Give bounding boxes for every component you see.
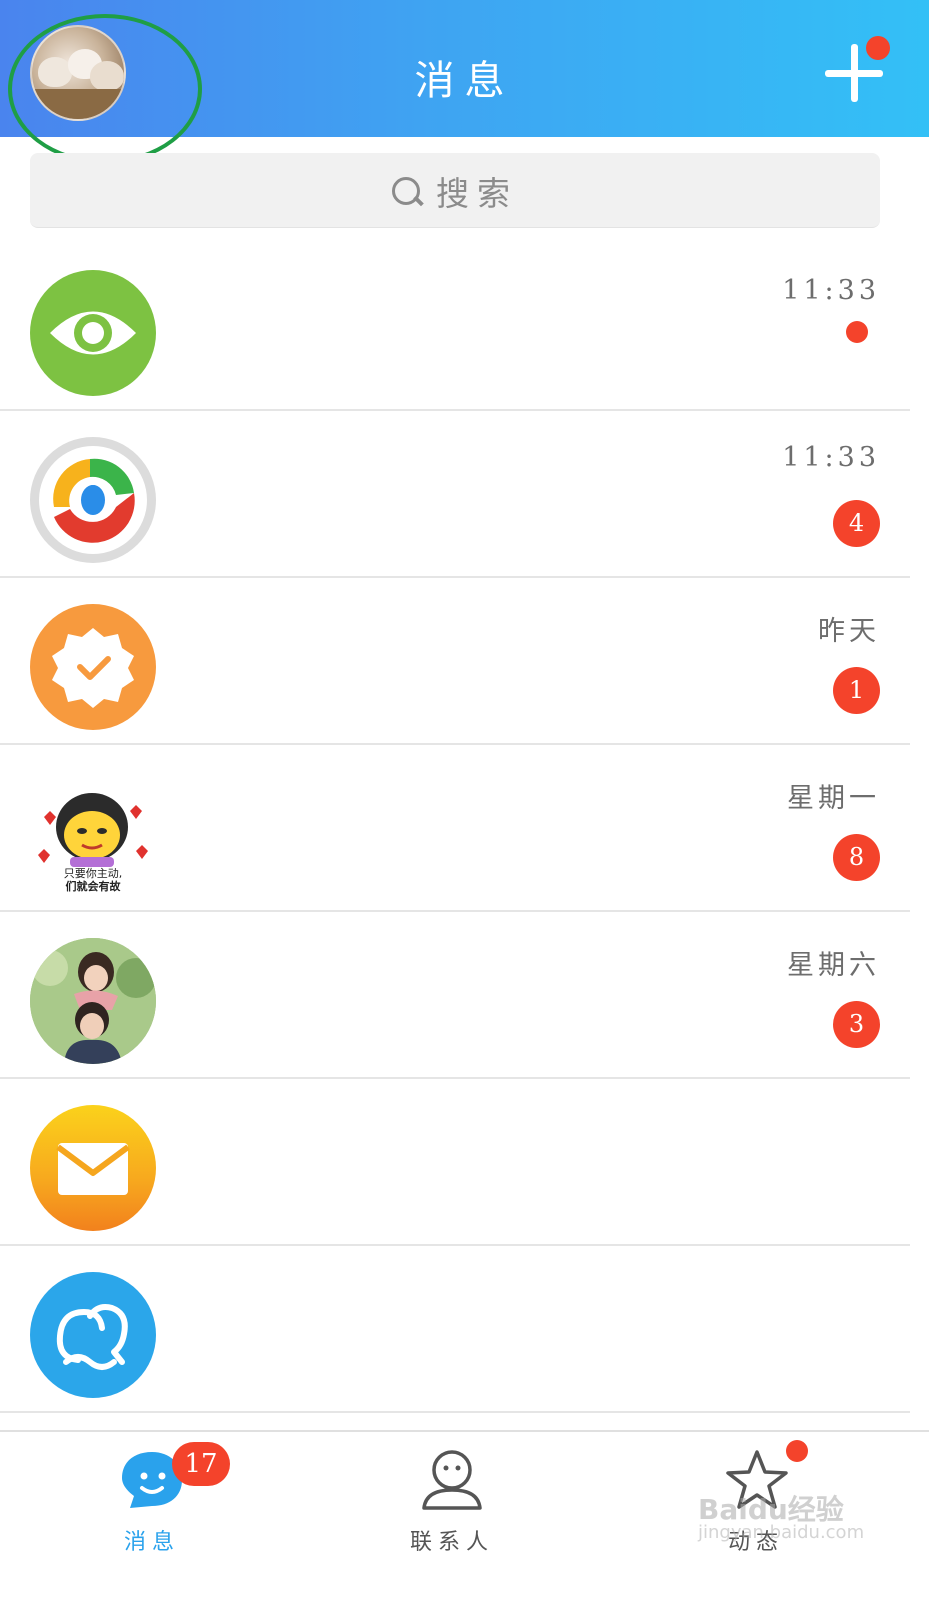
contacts-icon bbox=[30, 1272, 156, 1398]
tab-label: 消息 bbox=[123, 1530, 180, 1555]
conversation-row[interactable] bbox=[0, 1080, 910, 1246]
conversation-row[interactable]: 昨天 1 bbox=[0, 579, 910, 745]
unread-count-badge: 8 bbox=[833, 834, 880, 881]
couple-photo-avatar bbox=[30, 938, 156, 1064]
feed-notification-dot bbox=[786, 1440, 808, 1462]
row-divider bbox=[0, 743, 910, 745]
conversation-row[interactable]: 11:33 bbox=[0, 245, 910, 411]
sticker-caption-line: 们就会有故 bbox=[65, 880, 121, 893]
tab-label: 联系人 bbox=[409, 1530, 494, 1555]
conversation-time: 星期一 bbox=[787, 783, 880, 814]
conversation-row[interactable]: 11:33 4 bbox=[0, 412, 910, 578]
search-icon bbox=[392, 176, 424, 206]
conversation-time: 11:33 bbox=[782, 275, 880, 306]
sticker-caption-line: 只要你主动, bbox=[63, 867, 123, 880]
row-divider bbox=[0, 1077, 910, 1079]
unread-count-badge: 1 bbox=[833, 667, 880, 714]
row-divider bbox=[0, 576, 910, 578]
conversation-row[interactable]: 星期六 3 bbox=[0, 913, 910, 1079]
row-divider bbox=[0, 409, 910, 411]
conversation-row[interactable]: 只要你主动, 们就会有故 星期一 8 bbox=[0, 746, 910, 912]
person-icon bbox=[418, 1448, 486, 1512]
row-divider bbox=[0, 910, 910, 912]
conversation-row[interactable] bbox=[0, 1247, 910, 1413]
unread-count-badge: 3 bbox=[833, 1001, 880, 1048]
search-placeholder: 搜索 bbox=[436, 173, 518, 213]
profile-highlight-annotation bbox=[8, 14, 202, 164]
conversation-time: 昨天 bbox=[818, 616, 880, 647]
unread-count-badge: 4 bbox=[833, 500, 880, 547]
add-notification-dot bbox=[866, 36, 890, 60]
verified-badge-icon bbox=[30, 604, 156, 730]
eye-icon bbox=[30, 270, 156, 396]
row-divider bbox=[0, 1411, 910, 1413]
mail-icon bbox=[30, 1105, 156, 1231]
tab-messages[interactable]: 17 消息 bbox=[52, 1432, 252, 1602]
unread-dot bbox=[846, 321, 868, 343]
watermark-url: jingyan.baidu.com bbox=[698, 1522, 865, 1543]
conversation-time: 星期六 bbox=[787, 950, 880, 981]
row-divider bbox=[0, 1244, 910, 1246]
messages-unread-badge: 17 bbox=[172, 1442, 230, 1486]
search-bar[interactable]: 搜索 bbox=[30, 153, 880, 228]
conversation-time: 11:33 bbox=[782, 442, 880, 473]
tab-contacts[interactable]: 联系人 bbox=[352, 1432, 552, 1602]
qq-news-icon bbox=[30, 437, 156, 563]
cartoon-sticker-avatar: 只要你主动, 们就会有故 bbox=[30, 771, 156, 897]
